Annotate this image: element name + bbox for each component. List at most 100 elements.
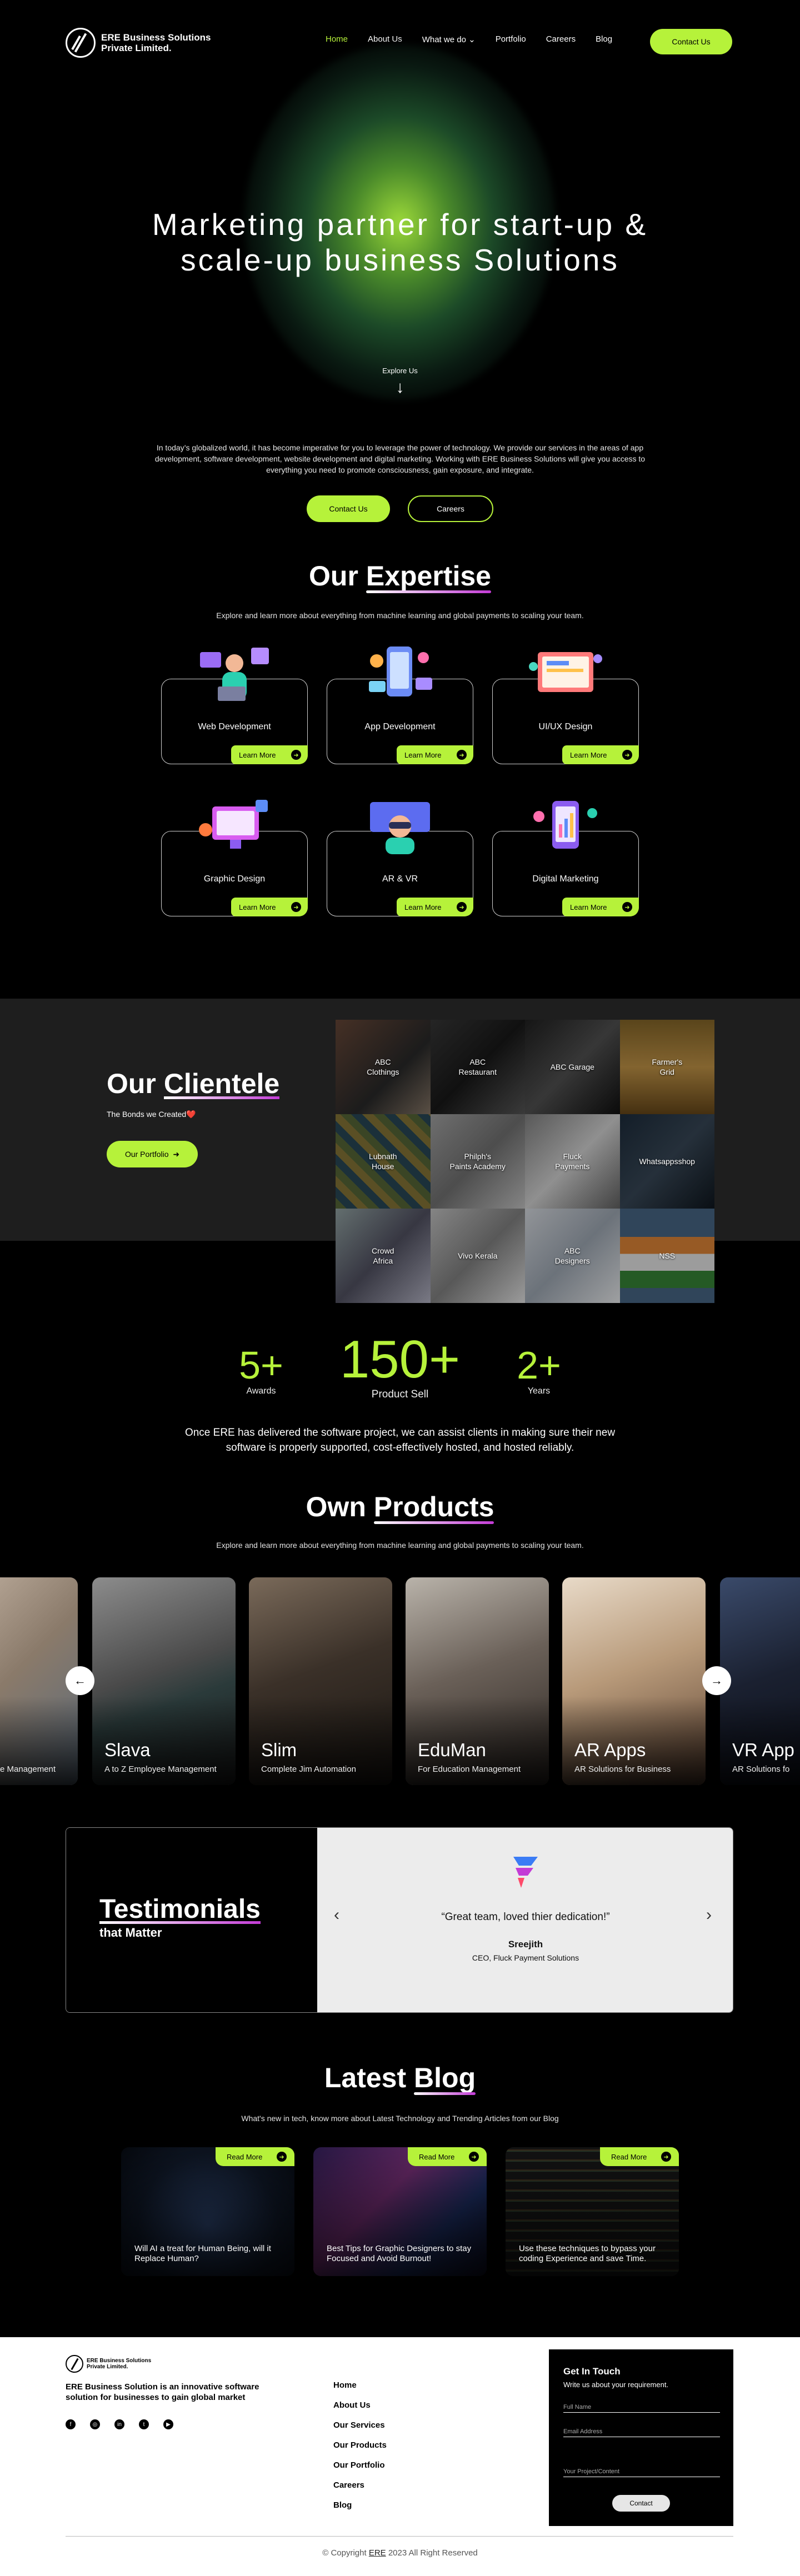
nav-careers[interactable]: Careers <box>546 34 576 44</box>
client-tile[interactable]: Philph's Paints Academy <box>430 1114 525 1209</box>
footer-link-about[interactable]: About Us <box>333 2400 387 2410</box>
chevron-right-icon: › <box>706 1906 712 1924</box>
main-menu: Home About Us What we do ⌄ Portfolio Car… <box>326 34 612 44</box>
testimonials-subtitle: that Matter <box>99 1926 162 1939</box>
read-more-button[interactable]: Read More ➜ <box>408 2147 487 2166</box>
learn-more-button[interactable]: Learn More ➜ <box>397 745 473 764</box>
footer-link-portfolio[interactable]: Our Portfolio <box>333 2460 387 2470</box>
form-submit-button[interactable]: Contact <box>612 2495 670 2512</box>
nav-blog[interactable]: Blog <box>596 34 612 44</box>
testimonials-title: Testimonials <box>99 1895 261 1924</box>
expertise-card-web[interactable]: Web Development Learn More ➜ <box>161 644 308 764</box>
site-footer: ERE Business Solutions Private Limited. … <box>0 2337 800 2576</box>
learn-more-button[interactable]: Learn More ➜ <box>562 898 639 916</box>
logo-mark-icon <box>66 2355 83 2373</box>
full-name-field[interactable]: Full Name <box>563 2396 720 2413</box>
client-tile[interactable]: Vivo Kerala <box>430 1209 525 1303</box>
nav-what-we-do[interactable]: What we do ⌄ <box>422 34 476 44</box>
nav-home[interactable]: Home <box>326 34 348 44</box>
footer-logo[interactable]: ERE Business Solutions Private Limited. <box>66 2355 151 2373</box>
youtube-icon[interactable]: ▶ <box>163 2419 173 2429</box>
testimonial-author: Sreejith <box>508 1939 543 1949</box>
facebook-icon[interactable]: f <box>66 2419 76 2429</box>
nav-contact-button[interactable]: Contact Us <box>650 29 732 54</box>
client-tile[interactable]: Lubnath House <box>336 1114 431 1209</box>
copyright: © Copyright ERE 2023 All Right Reserved <box>322 2548 478 2558</box>
expertise-cards: Web Development Learn More ➜ App Developm… <box>161 644 639 916</box>
twitter-icon[interactable]: t <box>139 2419 149 2429</box>
footer-link-blog[interactable]: Blog <box>333 2500 387 2510</box>
blog-card[interactable]: Read More ➜ Use these techniques to bypas… <box>506 2147 679 2276</box>
footer-links: Home About Us Our Services Our Products … <box>333 2380 387 2510</box>
hero-careers-button[interactable]: Careers <box>408 495 493 522</box>
product-card[interactable]: Slim Complete Jim Automation <box>249 1577 392 1785</box>
expertise-card-marketing[interactable]: Digital Marketing Learn More ➜ <box>492 796 639 916</box>
client-tile[interactable]: Farmer's Grid <box>619 1020 714 1114</box>
client-tile[interactable]: ABC Restaurant <box>430 1020 525 1114</box>
expertise-card-app[interactable]: App Development Learn More ➜ <box>327 644 473 764</box>
expertise-card-graphic[interactable]: Graphic Design Learn More ➜ <box>161 796 308 916</box>
product-card[interactable]: AR Apps AR Solutions for Business <box>562 1577 706 1785</box>
learn-more-button[interactable]: Learn More ➜ <box>397 898 473 916</box>
our-portfolio-button[interactable]: Our Portfolio ➜ <box>107 1141 198 1167</box>
footer-link-products[interactable]: Our Products <box>333 2440 387 2450</box>
footer-divider <box>66 2536 733 2537</box>
blog-post-title: Will AI a treat for Human Being, will it… <box>134 2244 271 2263</box>
stat-awards: 5+ Awards <box>239 1344 283 1396</box>
app-development-illustration-icon <box>369 646 432 696</box>
blog-card[interactable]: Read More ➜ Best Tips for Graphic Designe… <box>313 2147 487 2276</box>
learn-more-button[interactable]: Learn More ➜ <box>231 898 308 916</box>
footer-link-services[interactable]: Our Services <box>333 2420 387 2430</box>
client-tile[interactable]: Fluck Payments <box>525 1114 620 1209</box>
social-links: f ◎ in t ▶ <box>66 2419 173 2429</box>
expertise-card-uiux[interactable]: UI/UX Design Learn More ➜ <box>492 644 639 764</box>
site-logo[interactable]: ERE Business Solutions Private Limited. <box>66 28 211 58</box>
testimonial-quote: “Great team, loved thier dedication!” <box>441 1911 610 1923</box>
read-more-button[interactable]: Read More ➜ <box>216 2147 294 2166</box>
footer-link-careers[interactable]: Careers <box>333 2480 387 2490</box>
client-tile[interactable]: ABC Garage <box>525 1020 620 1114</box>
form-subtitle: Write us about your requirement. <box>563 2380 669 2389</box>
client-tile[interactable]: Whatsappsshop <box>619 1114 714 1209</box>
web-development-illustration-icon <box>200 648 269 701</box>
logo-line-1: ERE Business Solutions <box>101 32 211 43</box>
project-field[interactable]: Your Project/Content <box>563 2460 720 2477</box>
client-tile[interactable]: ABC Designers <box>525 1209 620 1303</box>
linkedin-icon[interactable]: in <box>114 2419 124 2429</box>
arrow-right-icon: ➜ <box>622 750 632 760</box>
nav-portfolio[interactable]: Portfolio <box>496 34 526 44</box>
footer-link-home[interactable]: Home <box>333 2380 387 2390</box>
testimonial-prev-button[interactable]: ‹ <box>334 1906 339 1925</box>
client-tile[interactable]: NSS <box>619 1209 714 1303</box>
arrow-right-icon: ➜ <box>457 750 467 760</box>
arrow-right-icon: ➜ <box>277 2152 287 2162</box>
product-card[interactable]: VR App AR Solutions fo <box>720 1577 800 1785</box>
testimonial-next-button[interactable]: › <box>706 1906 712 1925</box>
testimonials-panel: Testimonials that Matter “Great team, lo… <box>66 1827 733 2013</box>
client-tile[interactable]: Crowd Africa <box>336 1209 431 1303</box>
expertise-card-arvr[interactable]: AR & VR Learn More ➜ <box>327 796 473 916</box>
carousel-prev-button[interactable]: ← <box>66 1666 94 1695</box>
uiux-design-illustration-icon <box>529 652 602 692</box>
blog-card[interactable]: Read More ➜ Will AI a treat for Human Bei… <box>121 2147 294 2276</box>
explore-link[interactable]: Explore Us ↓ <box>367 367 433 396</box>
read-more-button[interactable]: Read More ➜ <box>600 2147 679 2166</box>
instagram-icon[interactable]: ◎ <box>90 2419 100 2429</box>
blog-post-title: Best Tips for Graphic Designers to stay … <box>327 2244 472 2263</box>
stats-description: Once ERE has delivered the software proj… <box>184 1427 616 1454</box>
hero-contact-button[interactable]: Contact Us <box>307 495 390 522</box>
learn-more-button[interactable]: Learn More ➜ <box>562 745 639 764</box>
product-card[interactable]: Slava A to Z Employee Management <box>92 1577 236 1785</box>
form-title: Get In Touch <box>563 2366 621 2377</box>
products-carousel: e Management Slava A to Z Employee Manag… <box>0 1577 800 1785</box>
chevron-left-icon: ‹ <box>334 1906 339 1924</box>
arrow-right-icon: ➜ <box>661 2152 671 2162</box>
email-field[interactable]: Email Address <box>563 2420 720 2437</box>
arrow-right-icon: ➜ <box>173 1149 180 1159</box>
learn-more-button[interactable]: Learn More ➜ <box>231 745 308 764</box>
graphic-design-illustration-icon <box>199 800 268 849</box>
carousel-next-button[interactable]: → <box>702 1666 731 1695</box>
nav-about[interactable]: About Us <box>368 34 402 44</box>
client-tile[interactable]: ABC Clothings <box>336 1020 431 1114</box>
product-card[interactable]: EduMan For Education Management <box>406 1577 549 1785</box>
